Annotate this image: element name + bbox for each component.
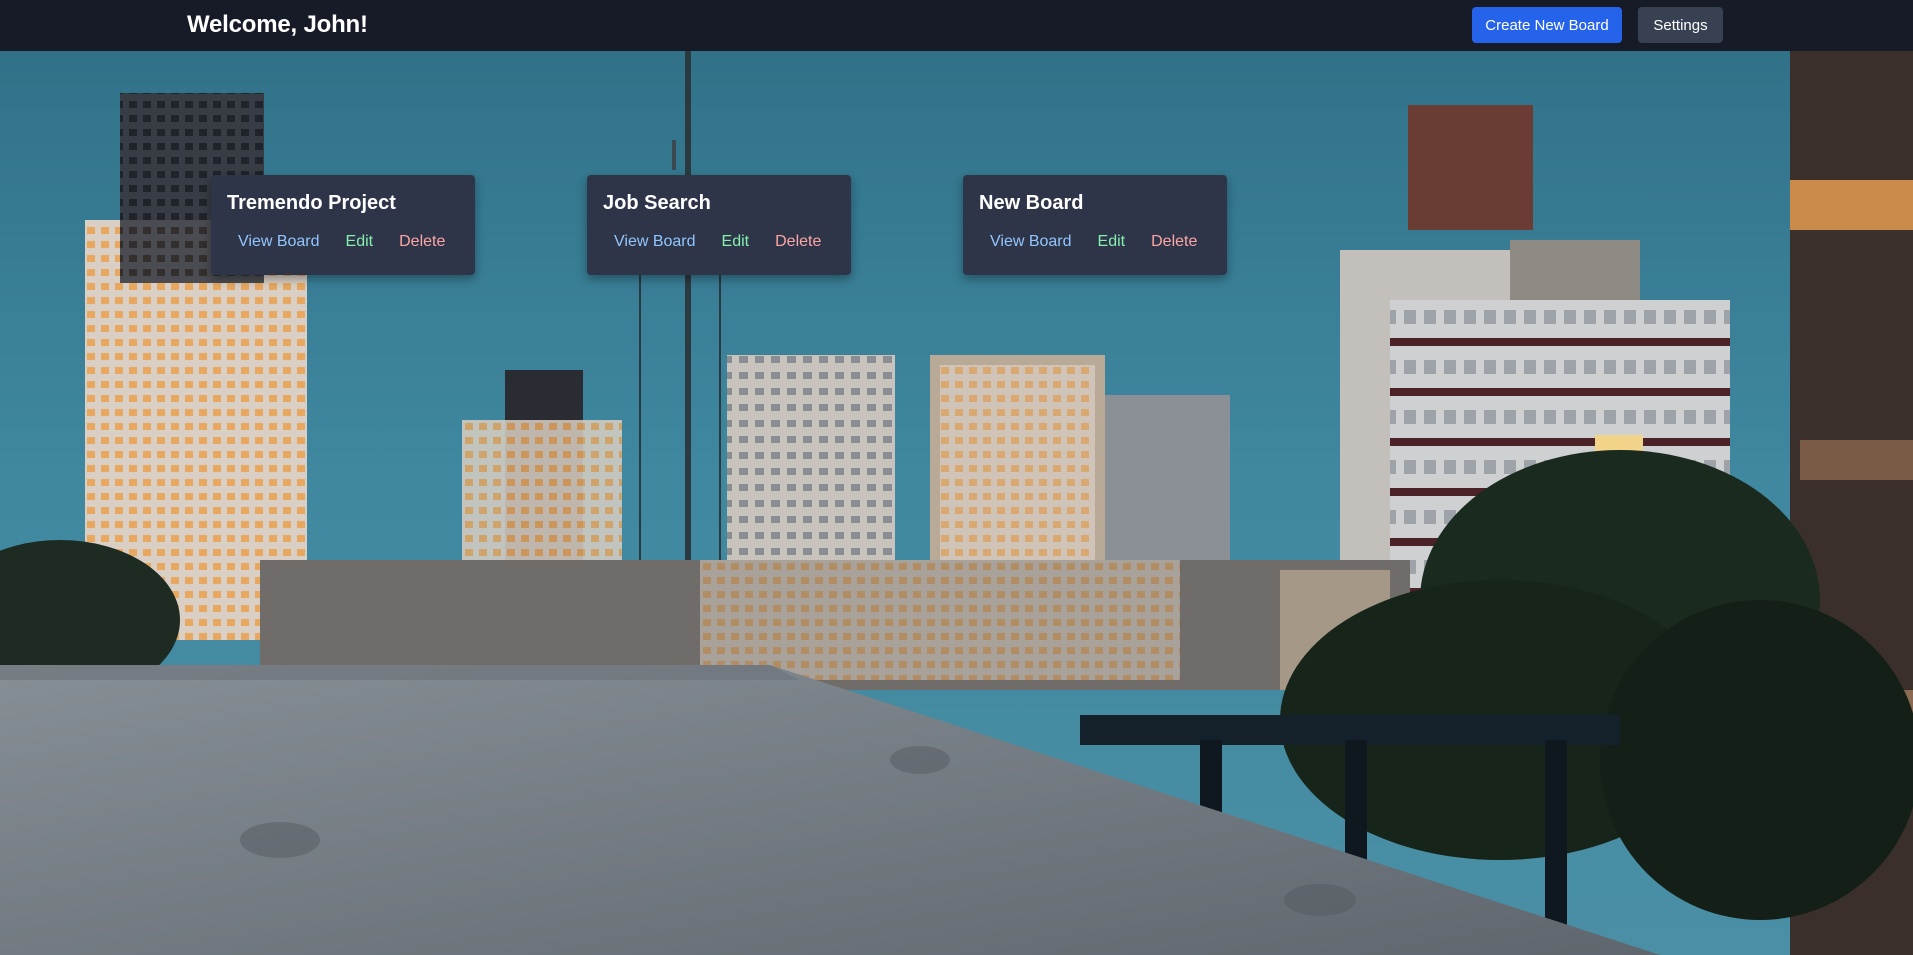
delete-board-link[interactable]: Delete bbox=[399, 233, 445, 251]
board-title: New Board bbox=[979, 192, 1084, 214]
board-card: Job Search View Board Edit Delete bbox=[587, 175, 851, 275]
welcome-heading: Welcome, John! bbox=[187, 11, 368, 38]
view-board-link[interactable]: View Board bbox=[990, 233, 1072, 251]
board-title: Job Search bbox=[603, 192, 711, 214]
edit-board-link[interactable]: Edit bbox=[346, 233, 374, 251]
board-card: Tremendo Project View Board Edit Delete bbox=[211, 175, 475, 275]
board-actions: View Board Edit Delete bbox=[614, 233, 821, 251]
board-actions: View Board Edit Delete bbox=[238, 233, 445, 251]
delete-board-link[interactable]: Delete bbox=[1151, 233, 1197, 251]
view-board-link[interactable]: View Board bbox=[238, 233, 320, 251]
edit-board-link[interactable]: Edit bbox=[722, 233, 750, 251]
view-board-link[interactable]: View Board bbox=[614, 233, 696, 251]
delete-board-link[interactable]: Delete bbox=[775, 233, 821, 251]
background-image bbox=[0, 0, 1913, 955]
board-actions: View Board Edit Delete bbox=[990, 233, 1197, 251]
settings-button[interactable]: Settings bbox=[1638, 7, 1723, 43]
top-navigation-bar: Welcome, John! Create New Board Settings bbox=[0, 0, 1913, 51]
board-card: New Board View Board Edit Delete bbox=[963, 175, 1227, 275]
board-title: Tremendo Project bbox=[227, 192, 396, 214]
edit-board-link[interactable]: Edit bbox=[1098, 233, 1126, 251]
create-new-board-button[interactable]: Create New Board bbox=[1472, 7, 1622, 43]
